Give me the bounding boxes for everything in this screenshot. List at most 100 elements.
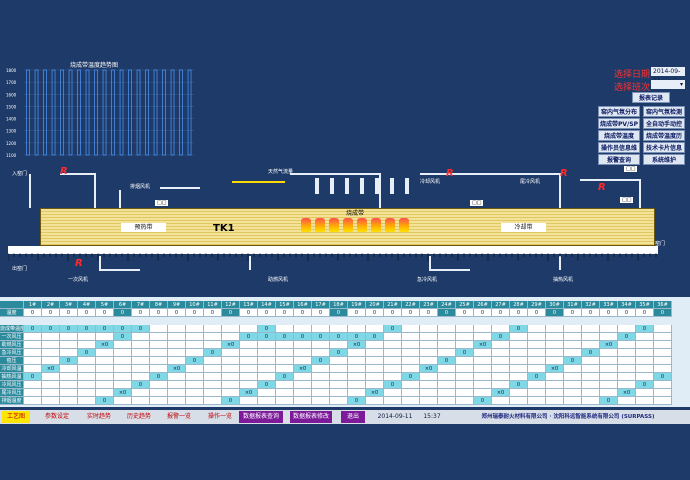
table-cell: 0: [96, 397, 114, 405]
table-cell: [600, 381, 618, 389]
table-cell: [402, 333, 420, 341]
process-view-button[interactable]: 工艺图: [2, 411, 30, 423]
table-cell: [204, 397, 222, 405]
table-header-cell: 35#: [636, 301, 654, 309]
table-cell: 0: [330, 333, 348, 341]
record-button[interactable]: 报表记录: [632, 92, 670, 103]
table-cell: [168, 389, 186, 397]
table-cell: [510, 333, 528, 341]
table-header-cell: 36#: [654, 301, 672, 309]
parameter-button[interactable]: 参数设定: [40, 411, 74, 423]
trend-bar: [170, 69, 175, 156]
table-cell: [186, 325, 204, 333]
report-edit-button[interactable]: 数据报表修改: [290, 411, 332, 423]
report-query-button[interactable]: 数据报表查询: [239, 411, 283, 423]
fan-label-4: 抽热风机: [553, 277, 574, 283]
trend-bar: [179, 69, 183, 156]
table-cell: [582, 325, 600, 333]
table-cell: 0: [636, 309, 654, 317]
table-cell: [294, 397, 312, 405]
nav-button-8[interactable]: 技术卡片信息: [643, 142, 685, 153]
table-cell: 0: [636, 325, 654, 333]
table-cell: 0: [582, 309, 600, 317]
table-cell: [582, 341, 600, 349]
table-cell: [420, 357, 438, 365]
table-cell: [294, 381, 312, 389]
table-cell: ×0: [366, 389, 384, 397]
table-cell: [600, 325, 618, 333]
table-cell: 0: [294, 309, 312, 317]
table-cell: [114, 365, 132, 373]
table-cell: [60, 397, 78, 405]
operation-list-button[interactable]: 操作一览: [203, 411, 237, 423]
table-cell: [42, 349, 60, 357]
table-cell: [204, 333, 222, 341]
nav-button-3[interactable]: 烧成带PV/SP对比: [598, 118, 640, 139]
table-cell: 0: [132, 309, 150, 317]
table-cell: [168, 333, 186, 341]
shift-select[interactable]: ▾: [651, 80, 685, 89]
trend-y-tick: 1100: [6, 153, 17, 158]
table-cell: [204, 325, 222, 333]
table-row-label: 窑压: [0, 357, 24, 365]
table-cell: [456, 325, 474, 333]
realtime-trend-button[interactable]: 实时趋势: [82, 411, 116, 423]
table-cell: [402, 341, 420, 349]
table-cell: [186, 341, 204, 349]
table-header-cell: 17#: [312, 301, 330, 309]
trend-bar: [43, 69, 47, 156]
alarm-list-button[interactable]: 报警一览: [162, 411, 196, 423]
table-cell: [654, 325, 672, 333]
table-cell: [24, 333, 42, 341]
history-trend-button[interactable]: 历史趋势: [122, 411, 156, 423]
table-cell: 0: [348, 309, 366, 317]
table-cell: [330, 365, 348, 373]
table-cell: [402, 389, 420, 397]
table-cell: [420, 389, 438, 397]
table-header-cell: 7#: [132, 301, 150, 309]
table-row-label: 温度: [0, 309, 24, 317]
table-cell: [420, 349, 438, 357]
flame-icon: [315, 218, 325, 232]
table-cell: [654, 397, 672, 405]
table-row-label: 排烟温度: [0, 397, 24, 405]
table-cell: [384, 397, 402, 405]
table-cell: [546, 333, 564, 341]
table-header-cell: 22#: [402, 301, 420, 309]
table-cell: 0: [78, 325, 96, 333]
nav-button-2[interactable]: 窑内气氛检测曲线: [643, 106, 685, 127]
table-cell: [636, 397, 654, 405]
table-cell: [204, 373, 222, 381]
table-cell: [510, 389, 528, 397]
nav-button-7[interactable]: 操作员信息维护: [598, 142, 640, 163]
table-cell: [24, 389, 42, 397]
nav-button-5[interactable]: 烧成带温度: [598, 130, 640, 141]
table-cell: [168, 325, 186, 333]
table-cell: 0: [168, 309, 186, 317]
table-cell: 0: [312, 309, 330, 317]
table-cell: [420, 373, 438, 381]
nav-button-1[interactable]: 窑内气氛分布曲线: [598, 106, 640, 127]
table-cell: [96, 373, 114, 381]
nav-button-6[interactable]: 烧成带温度历史: [643, 130, 685, 151]
table-row-label: 烧成带温度: [0, 325, 24, 333]
table-cell: ×0: [240, 389, 258, 397]
table-cell: [24, 341, 42, 349]
date-field[interactable]: 2014-09-11: [651, 67, 685, 84]
table-cell: [492, 325, 510, 333]
table-cell: [546, 349, 564, 357]
exit-button[interactable]: 退出: [341, 411, 365, 423]
table-cell: [276, 357, 294, 365]
table-cell: 0: [510, 381, 528, 389]
table-header-cell: 20#: [366, 301, 384, 309]
trend-y-tick: 1300: [6, 129, 17, 134]
table-cell: [222, 333, 240, 341]
flame-icon: [371, 218, 381, 232]
table-cell: 0: [366, 333, 384, 341]
table-header-cell: 24#: [438, 301, 456, 309]
table-header-cell: 30#: [546, 301, 564, 309]
trend-y-tick: 1600: [6, 92, 17, 97]
nav-button-4[interactable]: 全自动手动控制: [643, 118, 685, 139]
table-cell: 0: [42, 309, 60, 317]
table-cell: [564, 389, 582, 397]
